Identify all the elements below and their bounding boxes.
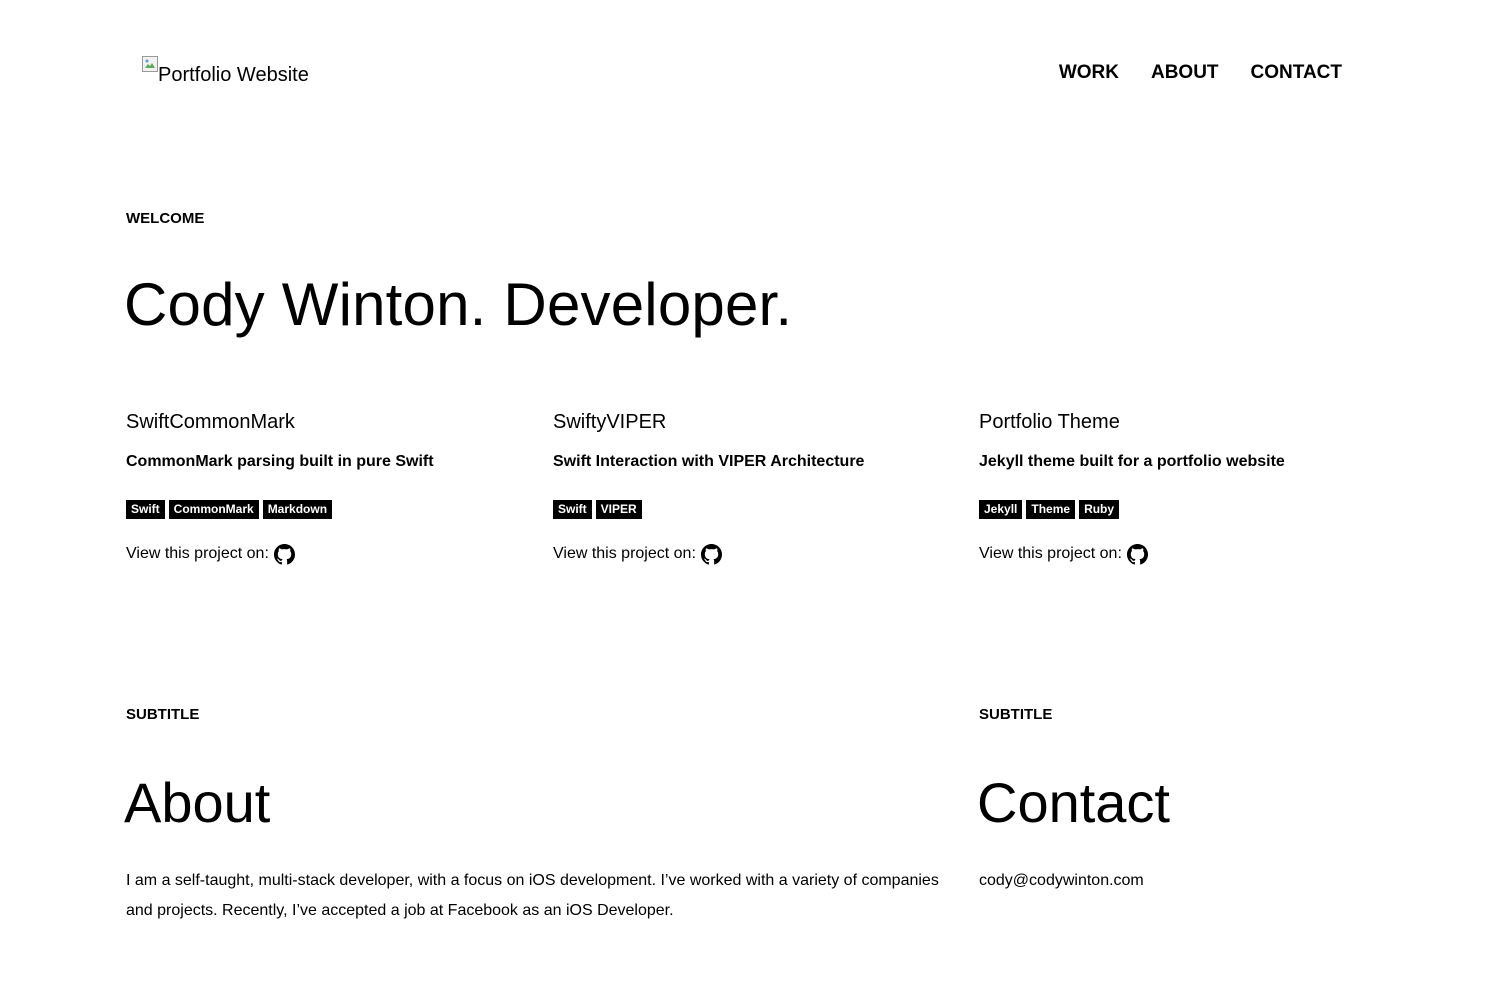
project-card: SwiftCommonMark CommonMark parsing built…	[126, 408, 546, 565]
tag: Swift	[553, 500, 592, 519]
view-project-line: View this project on:	[553, 543, 973, 565]
tag-list: Jekyll Theme Ruby	[979, 500, 1399, 519]
project-name: SwiftyVIPER	[553, 411, 667, 433]
tag: Theme	[1026, 500, 1076, 519]
project-description: Swift Interaction with VIPER Architectur…	[553, 453, 865, 470]
broken-image-icon	[142, 56, 158, 72]
main-nav: WORK ABOUT CONTACT	[1059, 62, 1342, 84]
about-eyebrow: SUBTITLE	[126, 706, 200, 723]
tag: Markdown	[262, 500, 333, 519]
project-card: SwiftyVIPER Swift Interaction with VIPER…	[553, 408, 973, 565]
view-project-label: View this project on:	[553, 545, 696, 562]
project-description: Jekyll theme built for a portfolio websi…	[979, 453, 1285, 470]
view-project-line: View this project on:	[979, 543, 1399, 565]
site-header: Portfolio Website WORK ABOUT CONTACT	[0, 0, 1500, 140]
view-project-label: View this project on:	[126, 545, 269, 562]
tag: CommonMark	[168, 500, 259, 519]
contact-email-link[interactable]: cody@codywinton.com	[979, 866, 1144, 896]
nav-work[interactable]: WORK	[1059, 62, 1119, 84]
tag: VIPER	[595, 500, 642, 519]
hero-eyebrow: WELCOME	[126, 210, 205, 227]
contact-title: Contact	[977, 771, 1170, 834]
about-title: About	[124, 771, 271, 834]
project-name: Portfolio Theme	[979, 411, 1120, 433]
logo-alt-text: Portfolio Website	[158, 64, 309, 86]
tag: Swift	[126, 500, 165, 519]
project-card: Portfolio Theme Jekyll theme built for a…	[979, 408, 1399, 565]
github-icon[interactable]	[273, 543, 295, 565]
contact-eyebrow: SUBTITLE	[979, 706, 1053, 723]
tag: Ruby	[1079, 500, 1120, 519]
github-icon[interactable]	[1126, 543, 1148, 565]
about-text: I am a self-taught, multi-stack develope…	[126, 872, 939, 919]
nav-contact[interactable]: CONTACT	[1251, 62, 1342, 84]
projects-section: SwiftCommonMark CommonMark parsing built…	[126, 408, 1386, 588]
view-project-label: View this project on:	[979, 545, 1122, 562]
tag-list: Swift VIPER	[553, 500, 973, 519]
project-description: CommonMark parsing built in pure Swift	[126, 453, 434, 470]
project-name: SwiftCommonMark	[126, 411, 295, 433]
nav-about[interactable]: ABOUT	[1151, 62, 1219, 84]
view-project-line: View this project on:	[126, 543, 546, 565]
tag-list: Swift CommonMark Markdown	[126, 500, 546, 519]
logo-link[interactable]: Portfolio Website	[142, 56, 309, 85]
tag: Jekyll	[979, 500, 1023, 519]
hero-title: Cody Winton. Developer.	[124, 271, 793, 338]
github-icon[interactable]	[700, 543, 722, 565]
